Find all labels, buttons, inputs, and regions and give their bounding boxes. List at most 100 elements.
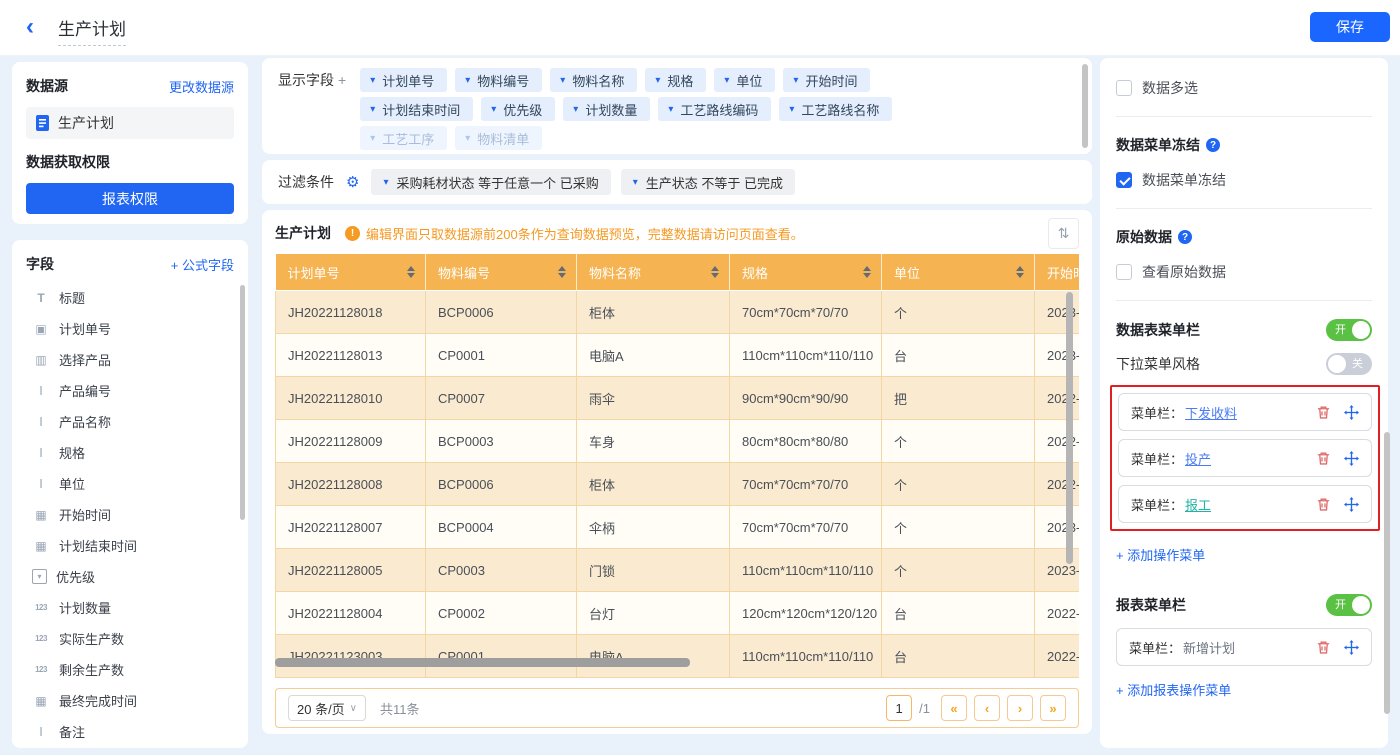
menu-item-link[interactable]: 新增计划 xyxy=(1183,638,1235,657)
checkbox[interactable] xyxy=(1116,264,1132,280)
field-item[interactable]: Ⅰ 规格 xyxy=(26,437,234,468)
column-header[interactable]: 规格 xyxy=(730,254,882,291)
menu-item-link[interactable]: 投产 xyxy=(1185,449,1211,468)
sort-carets-icon[interactable] xyxy=(711,266,719,278)
fields-scrollbar[interactable] xyxy=(240,285,245,520)
raw-data-checkbox-row[interactable]: 查看原始数据 xyxy=(1116,262,1372,282)
display-fields-scrollbar[interactable] xyxy=(1082,64,1088,148)
move-icon[interactable] xyxy=(1344,640,1359,655)
data-table-menu-toggle[interactable]: 开 xyxy=(1326,319,1372,341)
field-item[interactable]: ▦ 开始时间 xyxy=(26,499,234,530)
row-order-icon-button[interactable]: ⇅ xyxy=(1048,218,1079,249)
chip-label: 物料名称 xyxy=(572,71,624,90)
prev-page-button[interactable]: ‹ xyxy=(974,695,1000,721)
save-button[interactable]: 保存 xyxy=(1310,12,1390,42)
total-count: 共11条 xyxy=(380,699,420,718)
display-field-chip[interactable]: ▾ 计划单号 xyxy=(360,68,447,92)
column-header-label: 物料编号 xyxy=(438,263,490,282)
menu-item: 菜单栏： 下发收料 xyxy=(1118,393,1372,431)
report-permission-button[interactable]: 报表权限 xyxy=(26,183,234,214)
add-report-action-menu-link[interactable]: + 添加报表操作菜单 xyxy=(1116,680,1372,699)
column-header[interactable]: 单位 xyxy=(882,254,1035,291)
display-field-chip[interactable]: ▾ 计划结束时间 xyxy=(360,97,473,121)
display-field-chip[interactable]: ▾ 优先级 xyxy=(481,97,555,121)
add-display-field-icon[interactable]: + xyxy=(338,72,346,88)
checkbox[interactable] xyxy=(1116,172,1132,188)
display-field-chip[interactable]: ▾ 物料名称 xyxy=(550,68,637,92)
sort-carets-icon[interactable] xyxy=(1016,266,1024,278)
question-icon[interactable]: ? xyxy=(1206,138,1220,152)
report-menu-toggle[interactable]: 开 xyxy=(1326,594,1372,616)
field-item[interactable]: ▦ 计划结束时间 xyxy=(26,530,234,561)
change-datasource-link[interactable]: 更改数据源 xyxy=(169,77,234,96)
column-header[interactable]: 物料编号 xyxy=(426,254,577,291)
pagination-bar: 20 条/页 ∨ 共11条 1 /1 « ‹ › » xyxy=(275,688,1079,728)
display-field-chip[interactable]: ▾ 物料编号 xyxy=(455,68,542,92)
field-item[interactable]: 123 计划数量 xyxy=(26,592,234,623)
display-field-chip[interactable]: ▾ 物料清单 xyxy=(455,126,542,150)
display-field-chip[interactable]: ▾ 计划数量 xyxy=(563,97,650,121)
table-horizontal-scrollbar[interactable] xyxy=(275,658,690,667)
display-field-chip[interactable]: ▾ 工艺工序 xyxy=(360,126,447,150)
delete-icon[interactable] xyxy=(1316,451,1331,466)
back-icon[interactable]: ‹ xyxy=(26,13,34,41)
field-item[interactable]: Ⅰ 产品编号 xyxy=(26,375,234,406)
field-item[interactable]: Ⅰ 备注 xyxy=(26,716,234,747)
move-icon[interactable] xyxy=(1344,451,1359,466)
menu-item-link[interactable]: 报工 xyxy=(1185,495,1211,514)
cell-material-name: 雨伞 xyxy=(577,377,730,420)
question-icon[interactable]: ? xyxy=(1178,230,1192,244)
filter-chip[interactable]: ▾ 采购耗材状态 等于任意一个 已采购 xyxy=(371,169,610,195)
table-vertical-scrollbar[interactable] xyxy=(1066,292,1073,564)
page-input[interactable]: 1 xyxy=(886,695,912,721)
multi-select-checkbox-row[interactable]: 数据多选 xyxy=(1116,78,1372,98)
cell-unit: 个 xyxy=(882,420,1035,463)
field-item[interactable]: ▥ 选择产品 xyxy=(26,344,234,375)
sort-carets-icon[interactable] xyxy=(863,266,871,278)
field-item[interactable]: ▦ 最终完成时间 xyxy=(26,685,234,716)
display-field-chip[interactable]: ▾ 开始时间 xyxy=(783,68,870,92)
field-label: 计划数量 xyxy=(59,598,111,617)
annotation-red-box: 菜单栏： 下发收料 xyxy=(1110,385,1380,531)
add-formula-field-link[interactable]: + 公式字段 xyxy=(171,255,234,274)
sort-carets-icon[interactable] xyxy=(407,266,415,278)
column-header[interactable]: 物料名称 xyxy=(577,254,730,291)
delete-icon[interactable] xyxy=(1316,640,1331,655)
field-type-icon: 123 xyxy=(32,603,50,612)
delete-icon[interactable] xyxy=(1316,405,1331,420)
dropdown-style-toggle[interactable]: 关 xyxy=(1326,353,1372,375)
column-header[interactable]: 计划单号 xyxy=(276,254,426,291)
field-item[interactable]: ▣ 计划单号 xyxy=(26,313,234,344)
datasource-item[interactable]: 生产计划 xyxy=(26,107,234,139)
add-action-menu-link[interactable]: + 添加操作菜单 xyxy=(1116,545,1372,564)
checkbox[interactable] xyxy=(1116,80,1132,96)
gear-icon[interactable]: ⚙ xyxy=(346,175,359,190)
delete-icon[interactable] xyxy=(1316,497,1331,512)
page-size-select[interactable]: 20 条/页 ∨ xyxy=(288,695,366,721)
last-page-button[interactable]: » xyxy=(1040,695,1066,721)
display-field-chip[interactable]: ▾ 工艺路线名称 xyxy=(779,97,892,121)
field-item[interactable]: Ⅰ 单位 xyxy=(26,468,234,499)
column-header[interactable]: 开始时间 xyxy=(1035,254,1080,291)
data-table-menu-title: 数据表菜单栏 xyxy=(1116,320,1200,340)
menu-item-link[interactable]: 下发收料 xyxy=(1185,403,1237,422)
filter-chip[interactable]: ▾ 生产状态 不等于 已完成 xyxy=(621,169,795,195)
sort-carets-icon[interactable] xyxy=(558,266,566,278)
first-page-button[interactable]: « xyxy=(941,695,967,721)
page-title[interactable]: 生产计划 xyxy=(58,15,126,46)
cell-plan-no: JH20221128007 xyxy=(276,506,426,549)
field-item[interactable]: ▾ 优先级 xyxy=(26,561,234,592)
field-item[interactable]: 123 剩余生产数 xyxy=(26,654,234,685)
display-field-chip[interactable]: ▾ 工艺路线编码 xyxy=(658,97,771,121)
menu-freeze-checkbox-row[interactable]: 数据菜单冻结 xyxy=(1116,170,1372,190)
next-page-button[interactable]: › xyxy=(1007,695,1033,721)
field-item[interactable]: T 标题 xyxy=(26,282,234,313)
move-icon[interactable] xyxy=(1344,497,1359,512)
settings-scrollbar[interactable] xyxy=(1384,432,1390,714)
chip-label: 规格 xyxy=(667,71,693,90)
display-field-chip[interactable]: ▾ 规格 xyxy=(645,68,706,92)
move-icon[interactable] xyxy=(1344,405,1359,420)
field-item[interactable]: Ⅰ 产品名称 xyxy=(26,406,234,437)
field-item[interactable]: 123 实际生产数 xyxy=(26,623,234,654)
display-field-chip[interactable]: ▾ 单位 xyxy=(714,68,775,92)
